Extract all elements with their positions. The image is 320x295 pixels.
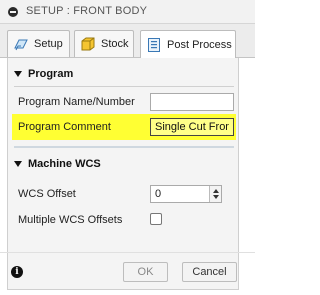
tab-stock-label: Stock: [101, 38, 129, 50]
tab-setup-label: Setup: [34, 38, 63, 50]
cancel-button[interactable]: Cancel: [182, 262, 237, 282]
setup-icon: [14, 39, 28, 51]
section-divider: [14, 146, 234, 148]
dialog-menu-icon[interactable]: [8, 7, 18, 17]
machine-wcs-group-header[interactable]: Machine WCS: [8, 152, 240, 176]
stock-icon: [81, 37, 95, 51]
program-comment-input[interactable]: [150, 118, 234, 136]
spin-up-icon[interactable]: [213, 189, 219, 193]
program-comment-label: Program Comment: [18, 121, 111, 133]
post-process-panel: Program Program Name/Number Program Comm…: [7, 58, 239, 290]
wcs-offset-value[interactable]: 0: [155, 188, 161, 200]
tab-post-process[interactable]: Post Process: [140, 30, 236, 58]
setup-dialog: SETUP : FRONT BODY Setup Stock Post Proc…: [0, 0, 255, 295]
program-name-input[interactable]: [150, 93, 234, 111]
program-group-header[interactable]: Program: [8, 62, 240, 86]
divider: [14, 86, 234, 87]
machine-wcs-group-title: Machine WCS: [28, 158, 101, 170]
tab-setup[interactable]: Setup: [7, 30, 70, 57]
multiple-wcs-label: Multiple WCS Offsets: [18, 214, 123, 226]
spinner-arrows[interactable]: [209, 186, 221, 202]
wcs-offset-spinner[interactable]: 0: [150, 185, 222, 203]
info-icon[interactable]: i: [11, 266, 23, 278]
title-bar[interactable]: SETUP : FRONT BODY: [0, 0, 255, 24]
post-process-icon: [148, 37, 160, 52]
multiple-wcs-checkbox[interactable]: [150, 213, 162, 225]
program-group-title: Program: [28, 68, 74, 80]
wcs-offset-label: WCS Offset: [18, 188, 76, 200]
tab-post-process-label: Post Process: [167, 38, 232, 51]
dialog-title: SETUP : FRONT BODY: [26, 5, 148, 17]
footer-divider: [0, 252, 255, 253]
tab-stock[interactable]: Stock: [74, 30, 134, 57]
program-name-label: Program Name/Number: [18, 96, 135, 108]
tab-bar: Setup Stock Post Process: [0, 24, 255, 58]
spin-down-icon[interactable]: [213, 195, 219, 199]
collapse-triangle-icon: [14, 161, 22, 167]
ok-button[interactable]: OK: [123, 262, 168, 282]
collapse-triangle-icon: [14, 71, 22, 77]
